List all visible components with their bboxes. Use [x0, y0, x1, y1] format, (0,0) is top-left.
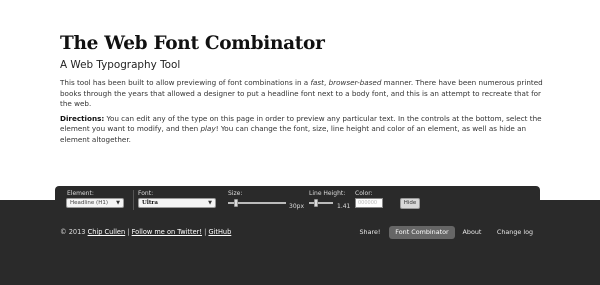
controls-panel: Element: Headline (H1) ▼ Font: Ultra ▼ S…	[55, 186, 540, 214]
chevron-down-icon: ▼	[208, 200, 212, 206]
size-value: 30px	[289, 203, 304, 210]
directions-paragraph[interactable]: Directions: You can edit any of the type…	[60, 114, 545, 146]
element-select[interactable]: Headline (H1) ▼	[66, 198, 124, 208]
element-label: Element:	[67, 190, 94, 197]
nav-share[interactable]: Share!	[355, 226, 385, 239]
line-height-value: 1.41	[337, 203, 351, 210]
element-select-value: Headline (H1)	[70, 200, 108, 206]
font-select-value: Ultra	[142, 200, 158, 206]
color-input[interactable]: 000000	[355, 198, 383, 208]
hide-button[interactable]: Hide	[400, 198, 420, 209]
chevron-down-icon: ▼	[116, 200, 120, 206]
size-slider-handle[interactable]	[234, 199, 238, 207]
page-subtitle[interactable]: A Web Typography Tool	[60, 59, 545, 72]
line-height-slider-handle[interactable]	[314, 199, 318, 207]
nav-font-combinator[interactable]: Font Combinator	[389, 226, 455, 239]
twitter-link[interactable]: Follow me on Twitter!	[132, 228, 202, 236]
intro-em-fast: fast	[310, 78, 325, 87]
color-label: Color:	[355, 190, 373, 197]
intro-paragraph[interactable]: This tool has been built to allow previe…	[60, 78, 545, 110]
divider	[133, 190, 134, 210]
github-link[interactable]: GitHub	[208, 228, 231, 236]
intro-em-browser: browser-based	[328, 78, 382, 87]
main-content: The Web Font Combinator A Web Typography…	[60, 33, 545, 146]
line-height-slider-track[interactable]	[309, 202, 333, 204]
copyright-text: © 2013	[60, 228, 86, 236]
nav-change-log[interactable]: Change log	[493, 226, 537, 239]
intro-text-1: This tool has been built to allow previe…	[60, 78, 311, 87]
directions-label: Directions:	[60, 113, 105, 123]
font-label: Font:	[138, 190, 154, 197]
font-select[interactable]: Ultra ▼	[138, 198, 216, 208]
size-label: Size:	[228, 190, 243, 197]
directions-em-play: play	[200, 124, 216, 134]
footer-credits: © 2013 Chip Cullen | Follow me on Twitte…	[60, 228, 231, 237]
nav-about[interactable]: About	[459, 226, 485, 239]
page-title[interactable]: The Web Font Combinator	[60, 33, 545, 55]
author-link[interactable]: Chip Cullen	[88, 228, 126, 236]
line-height-label: Line Height:	[309, 190, 346, 197]
